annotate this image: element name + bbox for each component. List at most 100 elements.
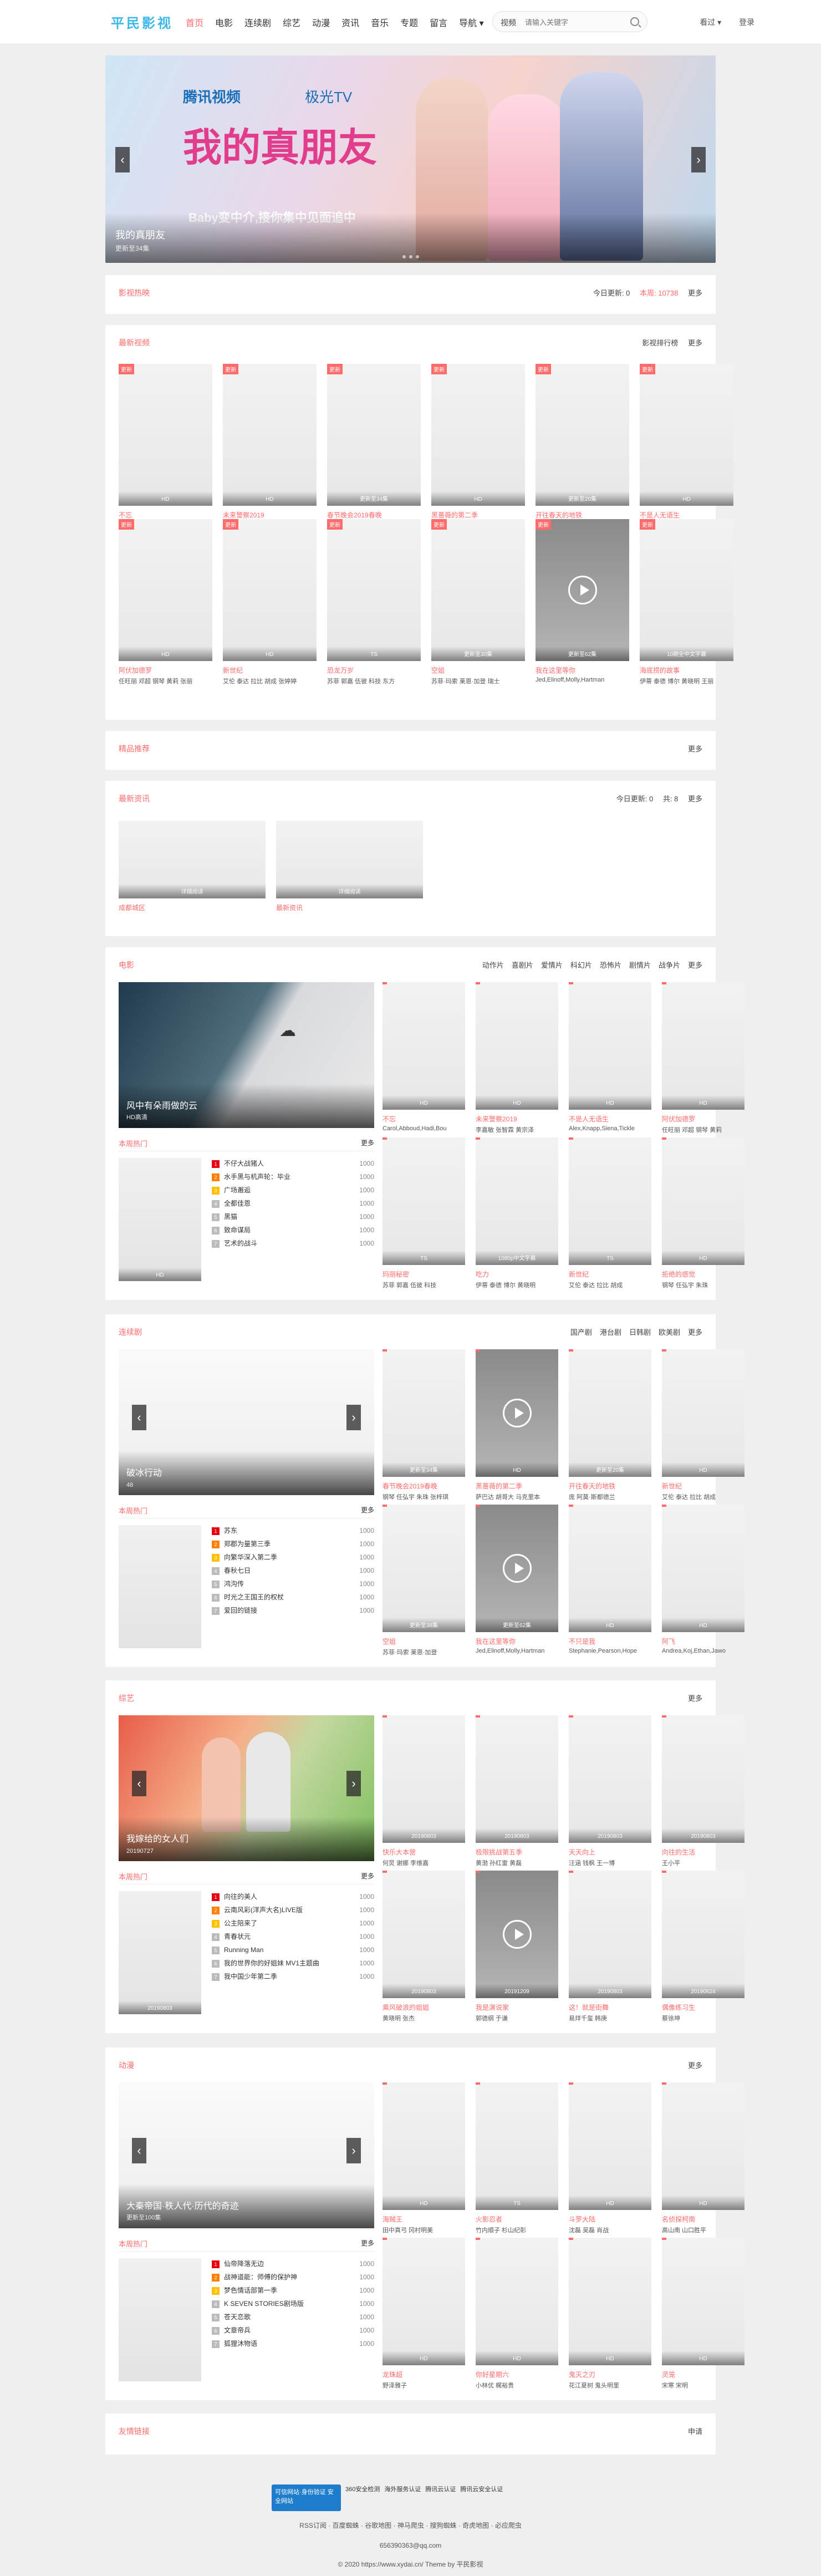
video-item[interactable]: 更新至34集 春节晚会2019春晚 钢琴 任弘宇 朱珠 张梓琪 [383, 1349, 465, 1505]
video-thumb[interactable]: HD [662, 1349, 744, 1477]
video-title[interactable]: 快乐大本营 [383, 1847, 465, 1857]
video-title[interactable]: 未来警察2019 [476, 1114, 558, 1124]
rank-item[interactable]: 2 云南风彩(洋声大名)LIVE版 1000 [212, 1903, 374, 1917]
video-thumb[interactable]: 更新 更新至62集 [536, 519, 629, 661]
video-title[interactable]: 春节晚会2019春晚 [327, 510, 421, 520]
video-item[interactable]: HD 名侦探柯南 高山南 山口胜平 [662, 2082, 744, 2238]
video-title[interactable]: 不是人无语生 [640, 510, 733, 520]
video-thumb[interactable]: TS [383, 1137, 465, 1265]
video-thumb[interactable]: HD [569, 982, 651, 1110]
rank-item[interactable]: 3 梦色情话部第一季 1000 [212, 2284, 374, 2297]
video-thumb[interactable]: 更新 更新至20集 [536, 364, 629, 506]
video-thumb[interactable]: 更新 HD [640, 364, 733, 506]
video-thumb[interactable]: 更新 HD [223, 364, 317, 506]
category-link[interactable]: 更多 [688, 1328, 702, 1337]
rank-thumb[interactable]: 20190803 [119, 1891, 201, 2014]
video-thumb[interactable]: HD [569, 2238, 651, 2365]
rank-thumb[interactable]: HD [119, 1158, 201, 1281]
movie-featured[interactable]: ☁ 风中有朵雨做的云 HD高清 [119, 982, 374, 1128]
video-title[interactable]: 乘风破浪的姐姐 [383, 2003, 465, 2012]
video-item[interactable]: 20190803 天天向上 汪涵 钱枫 王一博 [569, 1715, 651, 1871]
rank-item-title[interactable]: 青春状元 [224, 1933, 251, 1940]
category-link[interactable]: 动作片 [482, 961, 504, 969]
video-title[interactable]: 向往的生活 [662, 1847, 744, 1857]
video-thumb[interactable]: 20191209 [476, 1871, 558, 1998]
category-link[interactable]: 更多 [688, 961, 702, 969]
rank-item-title[interactable]: 艺术的战斗 [224, 1239, 257, 1247]
anime-featured[interactable]: ‹ › 大秦帝国·秩人代·历代的奇迹 更新至100集 [119, 2082, 374, 2228]
video-item[interactable]: HD 阿伏加德罗 任旺丽 邓超 钢琴 黄莉 [662, 982, 744, 1137]
rank-item[interactable]: 5 苍天恋歌 1000 [212, 2310, 374, 2324]
video-title[interactable]: 龙珠超 [383, 2370, 465, 2379]
search-type-select[interactable]: 视频 [501, 17, 516, 28]
video-thumb[interactable]: HD [569, 1505, 651, 1632]
video-item[interactable]: 更新 HD 新世纪 艾伦 泰达 拉比 胡成 张婷婷 [223, 519, 317, 685]
rank-item-title[interactable]: 致命谋局 [224, 1226, 251, 1234]
video-thumb[interactable]: HD [476, 1349, 558, 1477]
apply-link[interactable]: 申请 [688, 2427, 702, 2436]
video-title[interactable]: 空姐 [383, 1637, 465, 1646]
video-title[interactable]: 开往春天的地铁 [569, 1481, 651, 1491]
video-thumb[interactable]: 20190803 [476, 1715, 558, 1843]
video-thumb[interactable]: 20190624 [662, 1871, 744, 1998]
nav-item-1[interactable]: 电影 [215, 16, 233, 29]
video-title[interactable]: 成都城区 [119, 903, 266, 912]
banner-dot[interactable] [415, 255, 419, 258]
video-title[interactable]: 海底捞的故事 [640, 665, 733, 675]
video-item[interactable]: 20190803 快乐大本营 何炅 谢娜 李维嘉 [383, 1715, 465, 1871]
video-item[interactable]: 1080p中文字幕 吃力 伊蒂 泰德 博尔 黄晓明 [476, 1137, 558, 1293]
rank-item-title[interactable]: 战神道能：师傅的保护神 [224, 2273, 297, 2281]
video-item[interactable]: 更新HD黑蔷薇的第二季萨巴达 胡哥大 马克里本 美国 [431, 364, 525, 530]
nav-item-4[interactable]: 动漫 [312, 16, 330, 29]
category-link[interactable]: 剧情片 [629, 961, 651, 969]
video-title[interactable]: 空姐 [431, 665, 525, 675]
feat-next-arrow[interactable]: › [346, 1771, 361, 1796]
site-logo[interactable]: 平民影视 [111, 12, 173, 32]
rank-item-title[interactable]: 公主陪来了 [224, 1919, 257, 1927]
category-link[interactable]: 恐怖片 [600, 961, 621, 969]
rank-item-title[interactable]: 郑郡为量第三季 [224, 1540, 271, 1548]
category-link[interactable]: 国产剧 [570, 1328, 592, 1337]
login-link[interactable]: 登录 [739, 18, 754, 27]
video-title[interactable]: 玛丽秘密 [383, 1269, 465, 1279]
video-thumb[interactable]: 更新至62集 [476, 1505, 558, 1632]
rank-item-title[interactable]: 春秋七日 [224, 1567, 251, 1574]
video-thumb[interactable]: 更新 更新至30集 [431, 519, 525, 661]
video-item[interactable]: 更新 更新至30集 空姐 苏菲·玛索 莱恩·加登 瑞士 [431, 519, 525, 685]
video-title[interactable]: 阿飞 [662, 1637, 744, 1646]
nav-item-5[interactable]: 资讯 [341, 16, 359, 29]
video-thumb[interactable]: 更新至34集 [383, 1349, 465, 1477]
feat-prev-arrow[interactable]: ‹ [132, 2138, 146, 2163]
video-thumb[interactable]: 更新 HD [119, 364, 212, 506]
video-item[interactable]: 20190803 乘风破浪的姐姐 黄晓明 张杰 [383, 1871, 465, 2026]
video-item[interactable]: 更新 更新至62集 我在这里等你 Jed,Elinoff,Molly,Hartman [536, 519, 629, 683]
feat-prev-arrow[interactable]: ‹ [132, 1405, 146, 1430]
rank-item[interactable]: 1 向往的美人 1000 [212, 1890, 374, 1903]
video-title[interactable]: 名侦探柯南 [662, 2214, 744, 2224]
banner-next-arrow[interactable]: › [691, 147, 706, 172]
rank-item-title[interactable]: 文章帝兵 [224, 2326, 251, 2334]
rank-item[interactable]: 5 Running Man 1000 [212, 1943, 374, 1957]
video-title[interactable]: 最新资讯 [276, 903, 423, 912]
feat-next-arrow[interactable]: › [346, 2138, 361, 2163]
video-item[interactable]: TS 火影忍者 竹内顺子 杉山纪彰 [476, 2082, 558, 2238]
rank-item[interactable]: 7 艺术的战斗 1000 [212, 1237, 374, 1250]
video-thumb[interactable]: HD [662, 2082, 744, 2210]
video-item[interactable]: HD 不是人无语生 Alex,Knapp,Siena,Tickle [569, 982, 651, 1137]
rank-item-title[interactable]: 鸿沟传 [224, 1580, 244, 1588]
rank-item-title[interactable]: 仙帝降落无边 [224, 2260, 264, 2268]
rank-item[interactable]: 2 郑郡为量第三季 1000 [212, 1537, 374, 1551]
footer-badge[interactable]: 腾讯云安全认证 [460, 2484, 503, 2511]
rank-thumb[interactable] [119, 2258, 201, 2381]
video-title[interactable]: 恐龙万岁 [327, 665, 421, 675]
video-title[interactable]: 新世纪 [569, 1269, 651, 1279]
footer-badge[interactable]: 360安全检测 [345, 2484, 380, 2511]
video-thumb[interactable]: 更新 HD [119, 519, 212, 661]
video-item[interactable]: HD 龙珠超 野泽雅子 [383, 2238, 465, 2393]
rank-item[interactable]: 4 K SEVEN STORIES剧场版 1000 [212, 2297, 374, 2310]
video-thumb[interactable]: HD [476, 982, 558, 1110]
video-thumb[interactable]: 详细阅读 [276, 821, 423, 898]
footer-badge[interactable]: 腾讯云认证 [425, 2484, 456, 2511]
rank-item-title[interactable]: 全都佳恩 [224, 1200, 251, 1207]
video-thumb[interactable]: HD [383, 2238, 465, 2365]
